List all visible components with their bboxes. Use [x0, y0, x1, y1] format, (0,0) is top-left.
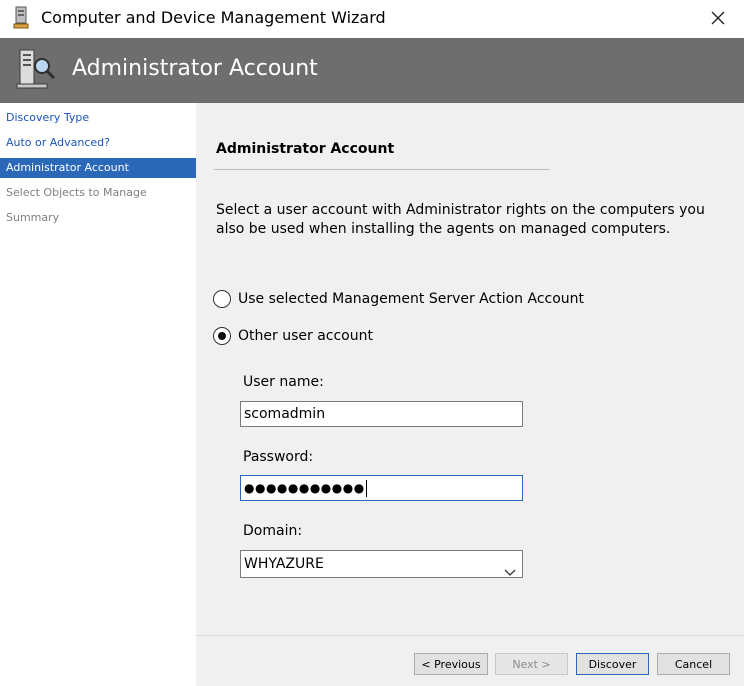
domain-dropdown[interactable]: WHYAZURE [240, 550, 523, 578]
radio-button-unchecked[interactable] [213, 290, 231, 308]
description-text: Select a user account with Administrator… [216, 201, 744, 239]
wizard-app-icon [12, 6, 30, 30]
radio-action-account[interactable]: Use selected Management Server Action Ac… [213, 288, 584, 310]
discover-button[interactable]: Discover [576, 653, 649, 675]
password-masked-value: ●●●●●●●●●●● [244, 481, 365, 495]
domain-selected-value: WHYAZURE [244, 556, 324, 572]
nav-step-administrator-account[interactable]: Administrator Account [0, 158, 196, 178]
wizard-steps-nav: Discovery Type Auto or Advanced? Adminis… [0, 103, 196, 686]
radio-other-user-account[interactable]: Other user account [213, 325, 373, 347]
username-input[interactable]: scomadmin [240, 401, 523, 427]
section-title: Administrator Account [216, 141, 395, 157]
content-panel: Administrator Account Select a user acco… [196, 103, 744, 635]
page-header-banner: Administrator Account [0, 38, 744, 103]
username-label: User name: [243, 374, 324, 390]
section-divider [214, 169, 550, 170]
description-line-1: Select a user account with Administrator… [216, 202, 705, 218]
nav-step-summary: Summary [6, 211, 60, 224]
password-label: Password: [243, 449, 314, 465]
page-title: Administrator Account [72, 56, 318, 81]
chevron-down-icon[interactable] [504, 560, 516, 576]
title-bar: Computer and Device Management Wizard [0, 0, 744, 38]
cancel-button[interactable]: Cancel [657, 653, 730, 675]
description-line-2: also be used when installing the agents … [216, 221, 671, 237]
next-button: Next > [495, 653, 568, 675]
text-caret [365, 479, 367, 497]
previous-button[interactable]: < Previous [414, 653, 488, 675]
server-magnifier-icon [14, 46, 60, 92]
domain-label: Domain: [243, 523, 303, 539]
radio-button-checked[interactable] [213, 327, 231, 345]
nav-step-auto-or-advanced[interactable]: Auto or Advanced? [0, 133, 196, 153]
window-title: Computer and Device Management Wizard [41, 8, 386, 27]
radio-other-user-account-label[interactable]: Other user account [238, 328, 373, 344]
username-value: scomadmin [244, 406, 326, 422]
wizard-footer: < Previous Next > Discover Cancel [196, 635, 744, 686]
password-input[interactable]: ●●●●●●●●●●● [240, 475, 523, 501]
close-icon[interactable] [700, 4, 736, 32]
nav-step-select-objects: Select Objects to Manage [6, 186, 147, 199]
nav-step-discovery-type[interactable]: Discovery Type [0, 108, 196, 128]
radio-action-account-label[interactable]: Use selected Management Server Action Ac… [238, 291, 584, 307]
